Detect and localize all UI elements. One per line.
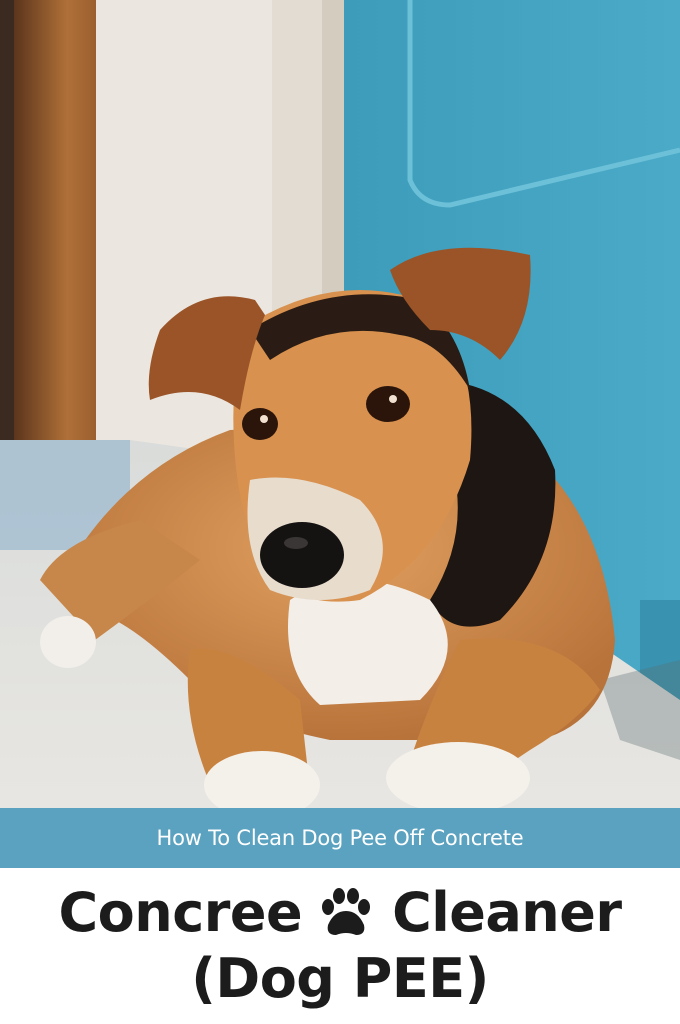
pin-graphic: How To Clean Dog Pee Off Concrete Concre… xyxy=(0,0,680,1024)
paw-print-icon xyxy=(318,887,374,939)
title-word-2: Cleaner xyxy=(392,881,622,944)
title-block: Concree Cleaner (Dog PEE) xyxy=(0,868,680,1024)
dog-photo xyxy=(0,0,680,808)
title-line-2: (Dog PEE) xyxy=(191,947,489,1010)
title-word-1: Concree xyxy=(58,881,303,944)
subtitle-banner: How To Clean Dog Pee Off Concrete xyxy=(0,808,680,868)
title-line-1: Concree Cleaner xyxy=(59,880,622,946)
banner-text: How To Clean Dog Pee Off Concrete xyxy=(156,826,524,850)
